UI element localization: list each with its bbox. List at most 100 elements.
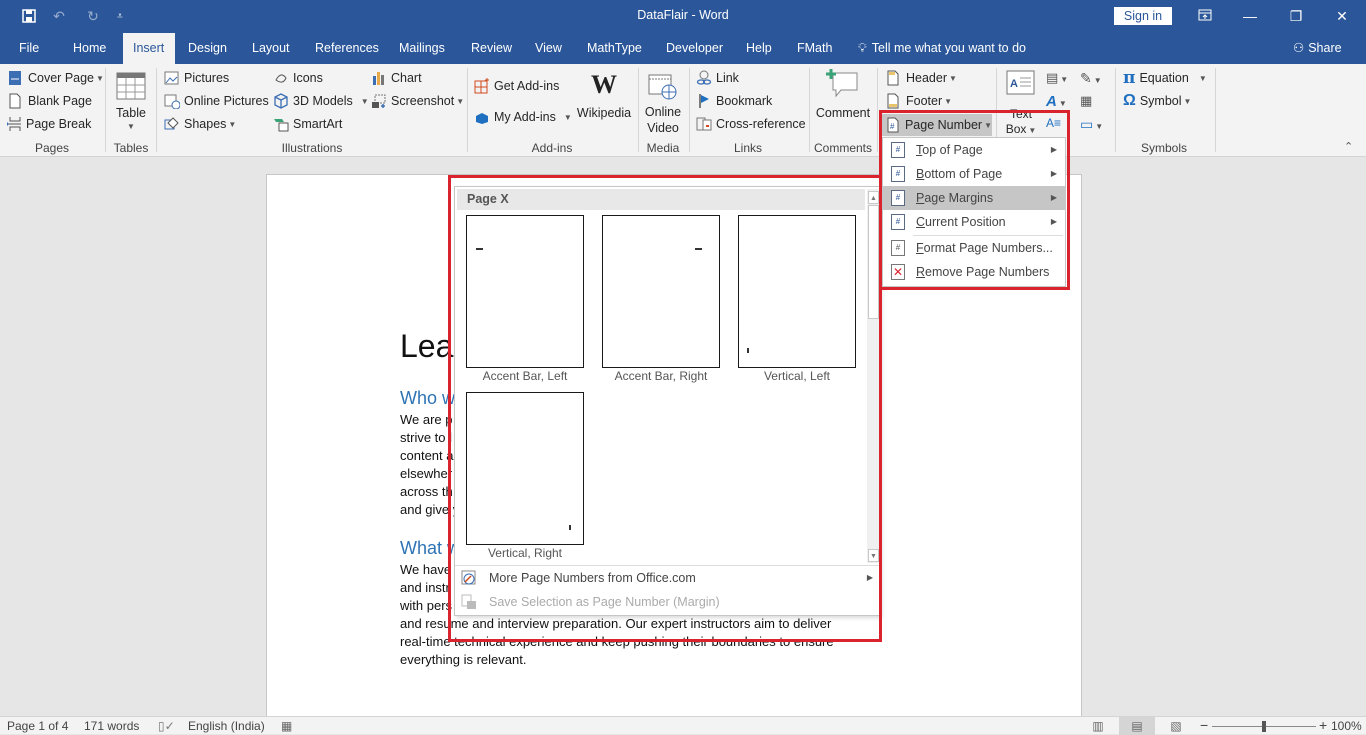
cover-page-button[interactable]: Cover Page ▼ <box>8 68 104 88</box>
my-add-ins-button[interactable]: My Add-ins ▼ <box>474 107 572 127</box>
online-pictures-button[interactable]: Online Pictures <box>164 91 269 111</box>
scrollbar-thumb[interactable] <box>868 205 879 319</box>
more-page-numbers-item[interactable]: More Page Numbers from Office.com ▶ <box>455 566 879 590</box>
menu-item-top-of-page[interactable]: # Top of Page ▶ <box>883 138 1065 162</box>
tell-me-search[interactable]: 💡︎ Tell me what you want to do <box>858 33 1026 64</box>
shapes-button[interactable]: Shapes ▼ <box>164 114 236 134</box>
menu-item-current-position[interactable]: # Current Position ▶ <box>883 210 1065 234</box>
online-video-icon <box>648 74 677 100</box>
menu-item-page-margins[interactable]: # Page Margins ▶ <box>883 186 1065 210</box>
tab-insert[interactable]: Insert <box>123 33 175 64</box>
header-button[interactable]: Header ▼ <box>886 68 957 88</box>
get-add-ins-label: Get Add-ins <box>494 79 560 93</box>
pi-icon: π <box>1123 68 1136 88</box>
zoom-in-button[interactable]: + <box>1319 717 1327 733</box>
my-add-ins-label: My Add-ins <box>494 110 556 124</box>
proofing-icon[interactable]: ▯✓ <box>158 719 175 733</box>
cover-page-label: Cover Page <box>28 71 95 85</box>
page-break-button[interactable]: Page Break <box>6 114 91 134</box>
text-box-button[interactable]: A Text Box ▼ <box>1003 68 1039 136</box>
wordart-icon[interactable]: A ▼ <box>1046 93 1067 110</box>
ribbon-display-icon[interactable] <box>1185 4 1225 28</box>
share-button[interactable]: ⚇ Share <box>1293 33 1342 64</box>
tab-home[interactable]: Home <box>63 33 116 64</box>
online-video-button[interactable]: Online Video <box>642 70 684 138</box>
object-icon[interactable]: ▭ ▼ <box>1080 116 1103 133</box>
restore-icon[interactable]: ❐ <box>1276 4 1316 28</box>
gallery-scrollbar[interactable]: ▲ ▼ <box>867 189 880 563</box>
submenu-arrow-icon: ▶ <box>866 573 873 582</box>
signature-line-icon[interactable]: ✎ ▼ <box>1080 70 1102 87</box>
tab-design[interactable]: Design <box>178 33 237 64</box>
footer-button[interactable]: Footer ▼ <box>886 91 952 111</box>
tab-developer[interactable]: Developer <box>656 33 733 64</box>
web-layout-icon[interactable]: ▧ <box>1158 717 1194 735</box>
comment-button[interactable]: Comment <box>813 68 873 136</box>
zoom-slider[interactable] <box>1212 721 1316 732</box>
smartart-button[interactable]: SmartArt <box>273 114 342 134</box>
save-selection-item: Save Selection as Page Number (Margin) <box>455 590 879 614</box>
header-icon <box>886 70 902 86</box>
collapse-ribbon-icon[interactable]: ⌃ <box>1344 140 1353 153</box>
menu-item-bottom-of-page[interactable]: # Bottom of Page ▶ <box>883 162 1065 186</box>
header-label: Header <box>906 71 947 85</box>
tab-mathtype[interactable]: MathType <box>577 33 652 64</box>
equation-button[interactable]: π Equation ▼ <box>1123 68 1207 88</box>
3d-models-button[interactable]: 3D Models ▼ <box>273 91 369 111</box>
drop-cap-icon[interactable]: A≡ <box>1046 116 1061 130</box>
sign-in-button[interactable]: Sign in <box>1114 7 1172 25</box>
scroll-up-icon[interactable]: ▲ <box>868 191 879 204</box>
quick-parts-icon[interactable]: ▤ ▼ <box>1046 70 1068 86</box>
screenshot-button[interactable]: Screenshot ▼ <box>371 91 464 111</box>
language[interactable]: English (India) <box>188 719 265 733</box>
macro-recording-icon[interactable]: ▦ <box>281 719 292 733</box>
tab-mailings[interactable]: Mailings <box>389 33 455 64</box>
pictures-button[interactable]: Pictures <box>164 68 229 88</box>
menu-item-label: Bottom of Page <box>916 167 1003 181</box>
word-count[interactable]: 171 words <box>84 719 139 733</box>
table-button[interactable]: Table ▼ <box>112 70 150 138</box>
tab-review[interactable]: Review <box>461 33 522 64</box>
my-add-ins-icon <box>474 109 490 125</box>
close-icon[interactable]: ✕ <box>1322 4 1362 28</box>
tab-references[interactable]: References <box>305 33 389 64</box>
icons-button[interactable]: Icons <box>273 68 323 88</box>
date-time-icon[interactable]: ▦ <box>1080 93 1092 109</box>
tab-fmath[interactable]: FMath <box>787 33 842 64</box>
doc-line: everything is relevant. <box>400 652 527 667</box>
tab-help[interactable]: Help <box>736 33 782 64</box>
page-number-button[interactable]: # Page Number ▼ <box>882 114 992 136</box>
page-number-icon: # <box>886 117 901 133</box>
zoom-out-button[interactable]: − <box>1200 717 1208 733</box>
cross-reference-button[interactable]: Cross-reference <box>696 114 806 134</box>
gallery-item-accent-bar-left[interactable] <box>466 215 584 368</box>
read-mode-icon[interactable]: ▥ <box>1080 717 1116 735</box>
submenu-arrow-icon: ▶ <box>1050 145 1057 154</box>
top-of-page-icon: # <box>891 142 905 158</box>
bookmark-label: Bookmark <box>716 94 773 108</box>
share-label: Share <box>1308 41 1342 55</box>
gallery-item-accent-bar-right[interactable] <box>602 215 720 368</box>
group-separator <box>689 68 690 152</box>
link-button[interactable]: Link <box>696 68 739 88</box>
blank-page-button[interactable]: Blank Page <box>8 91 92 111</box>
tab-layout[interactable]: Layout <box>242 33 300 64</box>
chart-button[interactable]: Chart <box>371 68 422 88</box>
gallery-item-vertical-right[interactable] <box>466 392 584 545</box>
bookmark-button[interactable]: Bookmark <box>696 91 772 111</box>
menu-item-remove-page-numbers[interactable]: ✕ Remove Page Numbers <box>883 260 1065 284</box>
wikipedia-button[interactable]: W Wikipedia <box>576 70 632 134</box>
gallery-item-vertical-left[interactable] <box>738 215 856 368</box>
print-layout-icon[interactable]: ▤ <box>1119 717 1155 735</box>
tab-view[interactable]: View <box>525 33 572 64</box>
get-add-ins-button[interactable]: Get Add-ins <box>474 76 559 96</box>
zoom-slider-thumb[interactable] <box>1262 721 1266 732</box>
page-count[interactable]: Page 1 of 4 <box>7 719 68 733</box>
pictures-icon <box>164 70 180 86</box>
zoom-level[interactable]: 100% <box>1331 719 1362 733</box>
symbol-button[interactable]: Ω Symbol ▼ <box>1123 91 1191 111</box>
menu-item-format-page-numbers[interactable]: # Format Page Numbers... <box>883 236 1065 260</box>
scroll-down-icon[interactable]: ▼ <box>868 549 879 562</box>
tab-file[interactable]: File <box>9 33 49 64</box>
minimize-icon[interactable]: — <box>1230 4 1270 28</box>
